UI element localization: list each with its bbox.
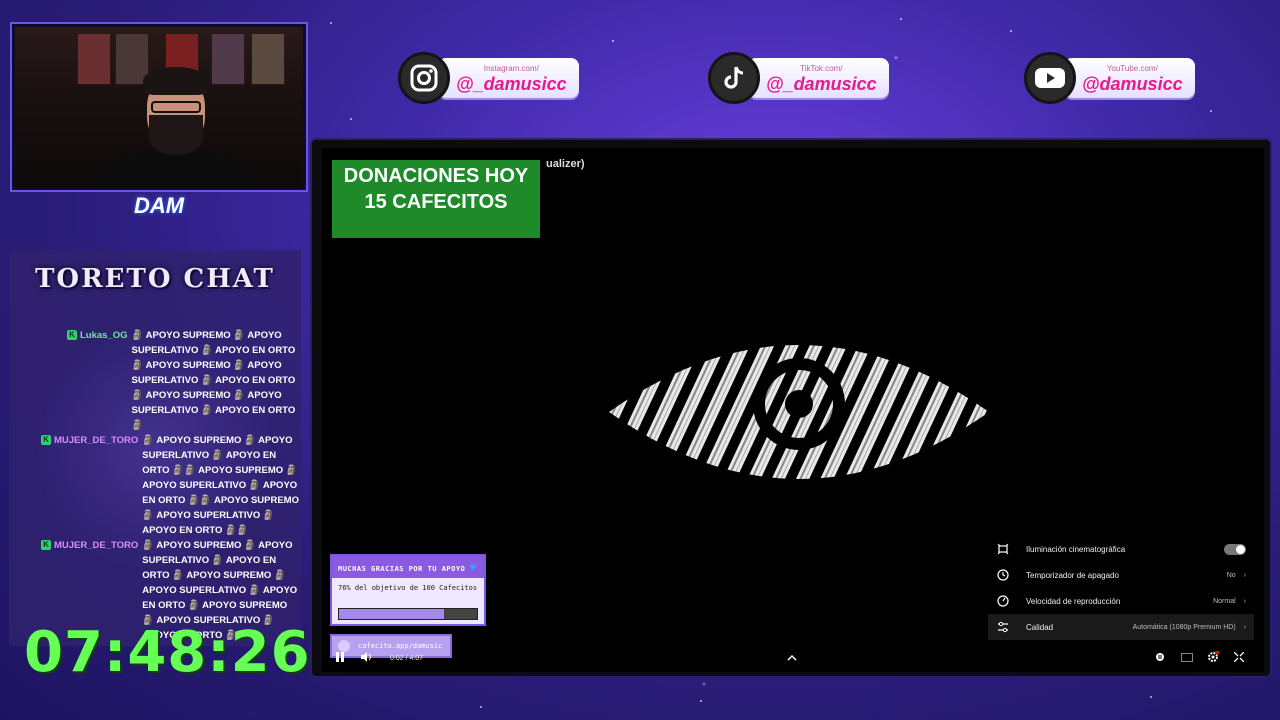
tiktok-handle: @_damusicc [766, 73, 877, 94]
setting-sleep-timer[interactable]: Temporizador de apagado No › [988, 562, 1254, 588]
support-goal-text: 76% del objetivo de 100 Cafecitos [338, 584, 478, 592]
stream-timer: 07:48:26 [24, 620, 311, 685]
playback-speed-value: Normal [1213, 597, 1236, 605]
kick-badge-icon: K [41, 435, 51, 445]
autoplay-toggle-icon[interactable] [1154, 651, 1166, 663]
chat-panel: K Lukas_OG 🗿 APOYO SUPREMO 🗿 APOYO SUPER… [9, 250, 301, 646]
webcam-feed [10, 22, 308, 192]
setting-cinematic-lighting[interactable]: Iluminación cinematográfica [988, 536, 1254, 562]
chat-username[interactable]: MUJER_DE_TORO [54, 433, 138, 538]
tiktok-icon [708, 52, 760, 104]
volume-icon[interactable] [360, 650, 374, 664]
instagram-handle: @_damusicc [456, 73, 567, 94]
donations-count: 15 CAFECITOS [364, 191, 508, 213]
heart-icon: ♥ [470, 563, 477, 574]
sliders-icon [996, 620, 1010, 634]
chat-message: K MUJER_DE_TORO 🗿 APOYO SUPREMO 🗿 APOYO … [9, 433, 301, 538]
chevron-right-icon: › [1243, 571, 1246, 579]
cinematic-toggle[interactable] [1224, 543, 1246, 555]
pause-icon[interactable] [334, 650, 346, 664]
player-controls: 0:02 / 4:07 [322, 642, 1264, 672]
social-tiktok[interactable]: TikTok.com/ @_damusicc [708, 52, 889, 104]
donations-banner: DONACIONES HOY 15 CAFECITOS [332, 160, 540, 238]
dam-logo: DAM [133, 193, 185, 218]
chat-text: 🗿 APOYO SUPREMO 🗿 APOYO SUPERLATIVO 🗿 AP… [142, 435, 299, 536]
chat-username[interactable]: Lukas_OG [80, 328, 128, 433]
support-goal-widget: MUCHAS GRACIAS POR TU APOYO ♥ 76% del ob… [330, 554, 486, 626]
video-player[interactable]: ualizer) DONACIONES HOY 15 CAFECITOS Ilu… [310, 138, 1272, 678]
kick-badge-icon: K [67, 330, 77, 340]
chevron-right-icon: › [1243, 623, 1246, 631]
instagram-icon [398, 52, 450, 104]
social-instagram[interactable]: Instagram.com/ @_damusicc [398, 52, 579, 104]
youtube-url: YouTube.com/ [1106, 63, 1158, 73]
donations-title: DONACIONES HOY [343, 165, 529, 187]
social-youtube[interactable]: YouTube.com/ @damusicc [1024, 52, 1195, 104]
subtitles-icon[interactable] [1180, 651, 1194, 663]
tiktok-url: TikTok.com/ [800, 63, 843, 73]
support-progress-fill [339, 609, 444, 619]
setting-playback-speed[interactable]: Velocidad de reproducción Normal › [988, 588, 1254, 614]
video-time: 0:02 / 4:07 [390, 655, 424, 662]
chat-message: K Lukas_OG 🗿 APOYO SUPREMO 🗿 APOYO SUPER… [9, 328, 301, 433]
kick-badge-icon: K [41, 540, 51, 550]
chat-messages[interactable]: K Lukas_OG 🗿 APOYO SUPREMO 🗿 APOYO SUPER… [9, 328, 301, 643]
eye-visualizer [609, 345, 989, 479]
chevron-right-icon: › [1243, 597, 1246, 605]
sleep-timer-value: No [1226, 571, 1236, 579]
chat-text: 🗿 APOYO SUPREMO 🗿 APOYO SUPERLATIVO 🗿 AP… [131, 330, 296, 431]
quality-value: Automática (1080p Premium HD) [1132, 623, 1236, 631]
support-progress-bar [338, 608, 478, 620]
youtube-handle: @damusicc [1082, 73, 1183, 94]
settings-gear-icon[interactable] [1206, 651, 1220, 663]
chat-title: TORETO CHAT [35, 264, 275, 294]
setting-quality[interactable]: Calidad Automática (1080p Premium HD) › [988, 614, 1254, 640]
support-header: MUCHAS GRACIAS POR TU APOYO [338, 565, 466, 573]
youtube-icon [1024, 52, 1076, 104]
video-title: ualizer) [546, 158, 585, 170]
settings-menu[interactable]: Iluminación cinematográfica Temporizador… [988, 536, 1254, 648]
instagram-url: Instagram.com/ [483, 63, 539, 73]
timer-icon [996, 568, 1010, 582]
exit-fullscreen-icon[interactable] [1232, 651, 1246, 663]
cinematic-icon [996, 542, 1010, 556]
speed-icon [996, 594, 1010, 608]
chevron-up-icon[interactable] [786, 651, 798, 663]
